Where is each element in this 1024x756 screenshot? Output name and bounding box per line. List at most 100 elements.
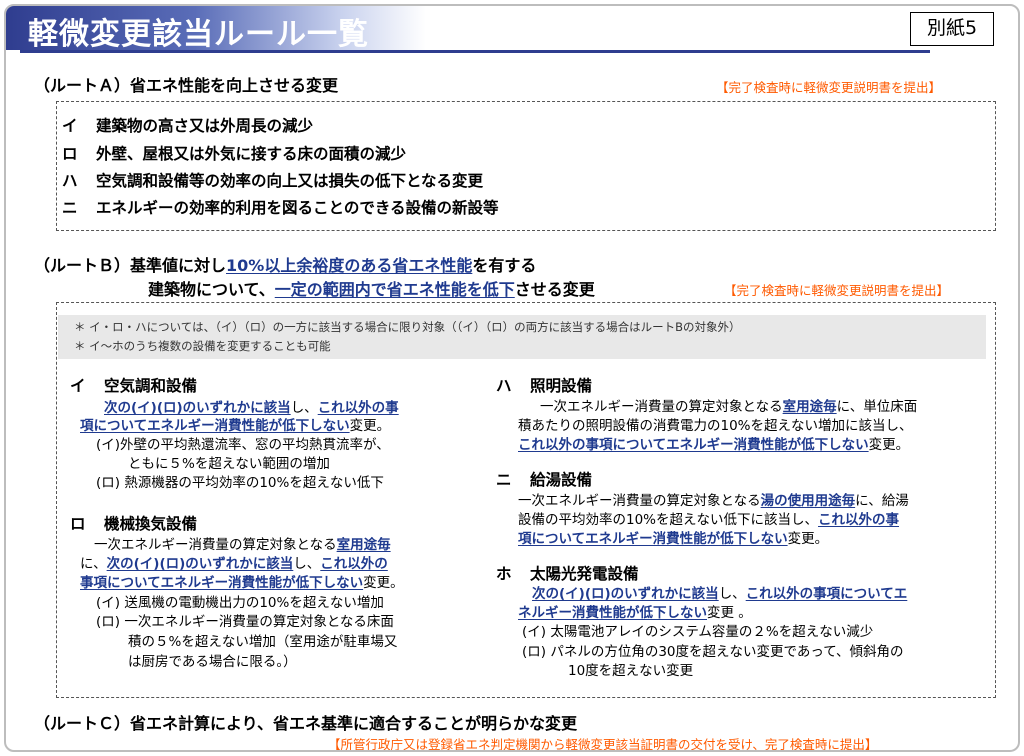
section-key: ニ	[496, 471, 512, 489]
section-ha-line3: これ以外の事項についてエネルギー消費性能が低下しない変更。	[518, 436, 909, 454]
section-title: 照明設備	[530, 377, 593, 395]
emphasis: 項についてエネルギー消費性能が低下しない	[518, 531, 788, 547]
section-i-sub1-b: ともに５%を超えない範囲の増加	[128, 456, 330, 472]
section-ho-line1: 次の(イ)(ロ)のいずれかに該当し、これ以外の事項についてエ	[532, 585, 907, 603]
item-key: ハ	[62, 172, 78, 190]
emphasis: 室用途毎	[336, 537, 391, 553]
section-key: イ	[70, 377, 86, 395]
section-ro-heading: ロ機械換気設備	[70, 512, 197, 534]
text: 一次エネルギー消費量の算定対象となる	[518, 493, 761, 509]
emphasis: これ以外の事	[818, 512, 900, 528]
section-ro-sub2-a: (ロ) 一次エネルギー消費量の算定対象となる床面	[96, 614, 394, 630]
text: 変更。	[787, 531, 829, 547]
section-i-heading: イ空気調和設備	[70, 374, 197, 396]
text: し、	[293, 556, 321, 572]
item-text: 外壁、屋根又は外気に接する床の面積の減少	[96, 145, 407, 163]
route-a-note: 【完了検査時に軽微変更説明書を提出】	[716, 80, 942, 95]
item-key: ニ	[62, 199, 78, 217]
section-key: ロ	[70, 515, 86, 533]
heading-text: 建築物について、	[148, 280, 275, 299]
route-c-note: 【所管行政庁又は登録省エネ判定機関から軽微変更該当証明書の交付を受け、完了検査時…	[328, 737, 878, 752]
emphasis: ネルギー消費性能が低下しない	[518, 605, 707, 621]
section-key: ホ	[496, 565, 512, 583]
section-ho-heading: ホ太陽光発電設備	[496, 562, 639, 584]
text: に、単位床面	[836, 399, 918, 415]
attachment-label: 別紙5	[910, 12, 994, 46]
section-title: 空気調和設備	[104, 377, 198, 395]
section-ni-heading: ニ給湯設備	[496, 468, 592, 490]
text: に、	[80, 556, 107, 572]
emphasis: これ以外の	[320, 556, 388, 572]
route-b-note: 【完了検査時に軽微変更説明書を提出】	[724, 283, 950, 298]
remark-line: ＊ イ～ホのうち複数の設備を変更することも可能	[74, 339, 331, 353]
remark-line: ＊ イ・ロ・ハについては、（イ）（ロ）の一方に該当する場合に限り対象（（イ）（ロ…	[74, 320, 741, 334]
text: 変更。	[363, 575, 404, 591]
emphasis: これ以外の事	[317, 400, 399, 416]
section-i-sub2: (ロ) 熱源機器の平均効率の10%を超えない低下	[96, 475, 384, 491]
route-a-item-ni: ニエネルギーの効率的利用を図ることのできる設備の新設等	[62, 196, 499, 218]
section-ha-heading: ハ照明設備	[496, 374, 592, 396]
route-b-heading-line2: 建築物について、一定の範囲内で省エネ性能を低下させる変更	[148, 276, 595, 300]
route-b-heading-line1: （ルートＢ）基準値に対し10%以上余裕度のある省エネ性能を有する	[34, 252, 536, 276]
item-text: 空気調和設備等の効率の向上又は損失の低下となる変更	[96, 172, 484, 190]
emphasis: 次の(イ)(ロ)のいずれかに該当	[104, 400, 291, 416]
section-key: ハ	[496, 377, 512, 395]
page-title: 軽微変更該当ルール一覧	[28, 17, 369, 52]
section-ha-line1: 一次エネルギー消費量の算定対象となる室用途毎に、単位床面	[540, 398, 917, 416]
section-ro-sub2-c: は厨房である場合に限る。）	[128, 654, 297, 670]
section-ro-sub2-b: 積の５%を超えない増加（室用途が駐車場又	[128, 634, 398, 650]
section-title: 給湯設備	[530, 471, 593, 489]
text: し、	[290, 400, 318, 416]
section-title: 機械換気設備	[104, 515, 198, 533]
section-i-line2: 項についてエネルギー消費性能が低下しない変更。	[80, 417, 390, 435]
emphasis: 項についてエネルギー消費性能が低下しない	[80, 418, 350, 434]
document-frame: 軽微変更該当ルール一覧 別紙5 （ルートＡ）省エネ性能を向上させる変更 【完了検…	[4, 4, 1020, 752]
title-underline	[20, 50, 930, 53]
emphasis: これ以外の事項についてエネルギー消費性能が低下しない	[518, 437, 869, 453]
emphasis: 湯の使用用途毎	[760, 493, 856, 509]
heading-emphasis: 10%以上余裕度のある省エネ性能	[226, 256, 473, 275]
section-ni-line1: 一次エネルギー消費量の算定対象となる湯の使用用途毎に、給湯	[518, 492, 909, 510]
emphasis: 事項についてエネルギー消費性能が低下しない	[80, 575, 364, 591]
section-ni-line2: 設備の平均効率の10%を超えない低下に該当し、これ以外の事	[518, 511, 899, 529]
heading-emphasis: 一定の範囲内で省エネ性能を低下	[274, 280, 515, 299]
item-key: イ	[62, 117, 78, 135]
section-ni-line3: 項についてエネルギー消費性能が低下しない変更。	[518, 530, 828, 548]
text: に、給湯	[855, 493, 909, 509]
section-title: 太陽光発電設備	[530, 565, 639, 583]
section-ro-line2: に、次の(イ)(ロ)のいずれかに該当し、これ以外の	[80, 555, 388, 573]
section-i-line1: 次の(イ)(ロ)のいずれかに該当し、これ以外の事	[104, 399, 399, 417]
section-i-sub1-a: (イ)外壁の平均熱還流率、窓の平均熱貫流率が、	[96, 437, 390, 453]
text: 変更 。	[707, 605, 752, 621]
heading-text: させる変更	[514, 280, 595, 299]
route-a-item-i: イ建築物の高さ又は外周長の減少	[62, 114, 313, 136]
item-key: ロ	[62, 145, 78, 163]
text: 一次エネルギー消費量の算定対象となる	[94, 537, 337, 553]
section-ho-sub2-b: 10度を超えない変更	[568, 663, 694, 679]
item-text: 建築物の高さ又は外周長の減少	[96, 117, 314, 135]
emphasis: 室用途毎	[782, 399, 837, 415]
route-a-item-ha: ハ空気調和設備等の効率の向上又は損失の低下となる変更	[62, 169, 483, 191]
text: 変更。	[868, 437, 910, 453]
section-ho-line2: ネルギー消費性能が低下しない変更 。	[518, 604, 752, 622]
section-ro-line1: 一次エネルギー消費量の算定対象となる室用途毎	[94, 536, 391, 554]
text: 変更。	[349, 418, 391, 434]
route-c-heading: （ルートＣ）省エネ計算により、省エネ基準に適合することが明らかな変更	[34, 714, 578, 733]
route-a-heading: （ルートＡ）省エネ性能を向上させる変更	[34, 76, 339, 95]
text: 一次エネルギー消費量の算定対象となる	[540, 399, 783, 415]
title-bar: 軽微変更該当ルール一覧 別紙5	[6, 6, 1018, 53]
section-ho-sub1: (イ) 太陽電池アレイのシステム容量の２%を超えない減少	[522, 624, 874, 640]
emphasis: 次の(イ)(ロ)のいずれかに該当	[532, 586, 719, 602]
heading-text: を有する	[472, 256, 537, 275]
text: 設備の平均効率の10%を超えない低下に該当し、	[518, 512, 819, 528]
section-ha-line2: 積あたりの照明設備の消費電力の10%を超えない増加に該当し、	[518, 418, 913, 434]
section-ro-line3: 事項についてエネルギー消費性能が低下しない変更。	[80, 574, 404, 592]
item-text: エネルギーの効率的利用を図ることのできる設備の新設等	[96, 199, 499, 217]
route-a-item-ro: ロ外壁、屋根又は外気に接する床の面積の減少	[62, 142, 406, 164]
text: し、	[718, 586, 746, 602]
emphasis: これ以外の事項についてエ	[745, 586, 908, 602]
emphasis: 次の(イ)(ロ)のいずれかに該当	[106, 556, 294, 572]
heading-text: （ルートＢ）基準値に対し	[34, 256, 227, 275]
section-ho-sub2-a: (ロ) パネルの方位角の30度を超えない変更であって、傾斜角の	[522, 644, 904, 660]
section-ro-sub1: (イ) 送風機の電動機出力の10%を超えない増加	[96, 595, 384, 611]
